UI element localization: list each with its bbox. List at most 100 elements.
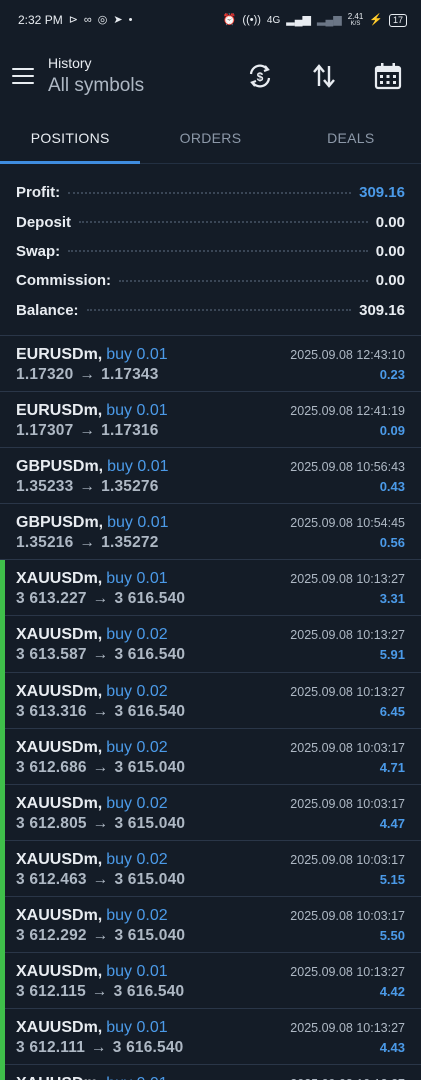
list-item[interactable]: XAUUSDm,buy 0.012025.09.08 10:13:27→ (0, 1065, 421, 1080)
list-item[interactable]: XAUUSDm, buy 0.02 2025.09.08 10:13:27 3 613… (0, 672, 421, 729)
list-item[interactable]: XAUUSDm, buy 0.01 2025.09.08 10:13:27 3 612… (0, 1009, 421, 1066)
list-item[interactable]: XAUUSDm, buy 0.01 2025.09.08 10:13:27 3 613… (0, 560, 421, 617)
deal-prices: 3 612.111 → 3 616.540 (16, 1039, 184, 1057)
deal-side-volume: buy 0.01 (106, 570, 168, 588)
signal-icon: ▂▄▆ (286, 13, 311, 26)
deal-symbol: XAUUSDm, (16, 1075, 102, 1080)
open-price: 1.17320 (16, 365, 74, 383)
open-price: 1.17307 (16, 422, 74, 440)
symbol-filter[interactable]: All symbols (48, 75, 144, 97)
deal-time: 2025.09.08 10:03:17 (290, 852, 405, 867)
summary-row-profit: Profit: 309.16 (16, 178, 405, 207)
deal-symbol: XAUUSDm, (16, 682, 103, 700)
arrow-icon: → (79, 534, 96, 552)
notification-icon: ⊳ (68, 13, 78, 26)
arrow-icon: → (92, 646, 109, 664)
deal-prices: 3 612.686 → 3 615.040 (16, 759, 185, 777)
tab-orders[interactable]: ORDERS (140, 112, 280, 163)
deal-profit: 4.47 (379, 815, 405, 831)
list-item[interactable]: GBPUSDm, buy 0.01 2025.09.08 10:56:43 1.352… (0, 448, 421, 505)
open-price: 3 612.111 (16, 1039, 86, 1057)
balance-label: Balance: (16, 301, 79, 319)
clock: 2:32 PM (18, 13, 63, 27)
arrow-icon: → (92, 758, 109, 776)
alarm-icon: ⏰ (222, 13, 237, 26)
close-price: 3 615.040 (114, 926, 186, 944)
list-item[interactable]: XAUUSDm, buy 0.02 2025.09.08 10:03:17 3 612… (0, 728, 421, 785)
list-item[interactable]: XAUUSDm, buy 0.02 2025.09.08 10:03:17 3 612… (0, 896, 421, 954)
deal-prices: 3 612.463 → 3 615.040 (16, 871, 185, 889)
deal-symbol: XAUUSDm, (16, 738, 103, 756)
open-price: 3 612.805 (16, 814, 87, 832)
summary-row-deposit: Deposit 0.00 (16, 207, 405, 236)
hotspot-icon: ((•)) (242, 13, 261, 26)
list-item[interactable]: XAUUSDm, buy 0.01 2025.09.08 10:13:27 3 612… (0, 952, 421, 1010)
deal-side-volume: buy 0.02 (106, 794, 168, 812)
deal-symbol: EURUSDm, (16, 345, 103, 363)
open-price: 1.35216 (16, 534, 74, 552)
arrow-icon: → (91, 982, 108, 1000)
deal-profit: 5.15 (379, 871, 405, 887)
hamburger-icon[interactable] (12, 68, 34, 84)
tab-bar: POSITIONS ORDERS DEALS (0, 112, 421, 164)
summary-row-commission: Commission: 0.00 (16, 266, 405, 295)
deal-symbol: XAUUSDm, (16, 794, 103, 812)
list-item[interactable]: EURUSDm, buy 0.01 2025.09.08 12:43:10 1.173… (0, 336, 421, 393)
whatsapp-icon: ◎ (97, 13, 108, 26)
deal-prices: 1.17320 → 1.17343 (16, 366, 159, 384)
close-price: 3 615.040 (114, 870, 186, 888)
active-tab-indicator (0, 161, 140, 164)
open-price: 3 613.587 (16, 646, 87, 664)
arrow-icon: → (92, 870, 109, 888)
swap-value: 0.00 (375, 242, 405, 260)
deal-side-volume: buy 0.01 (106, 1019, 168, 1037)
dotted-leader (86, 309, 352, 312)
commission-label: Commission: (16, 272, 112, 290)
deal-prices: 1.35216 → 1.35272 (16, 534, 159, 552)
deal-list: EURUSDm, buy 0.01 2025.09.08 12:43:10 1.173… (0, 336, 421, 1080)
list-item[interactable]: XAUUSDm, buy 0.02 2025.09.08 10:13:27 3 613… (0, 616, 421, 673)
deal-side-volume: buy 0.01 (106, 1075, 167, 1080)
battery-indicator: 17 (388, 13, 407, 27)
infinity-icon: ∞ (83, 13, 92, 26)
list-item[interactable]: EURUSDm, buy 0.01 2025.09.08 12:41:19 1.173… (0, 392, 421, 449)
deposit-label: Deposit (16, 213, 72, 231)
list-item[interactable]: XAUUSDm, buy 0.02 2025.09.08 10:03:17 3 612… (0, 840, 421, 897)
deal-side-volume: buy 0.02 (106, 850, 168, 868)
page-subtitle: History (48, 55, 92, 71)
close-price: 3 615.040 (114, 758, 186, 776)
deal-time: 2025.09.08 10:13:27 (290, 964, 405, 979)
arrow-icon: → (92, 702, 109, 720)
deal-symbol: XAUUSDm, (16, 850, 103, 868)
tab-positions[interactable]: POSITIONS (0, 112, 140, 163)
deal-time: 2025.09.08 10:03:17 (290, 796, 405, 811)
deal-profit: 0.23 (379, 366, 405, 382)
svg-text:$: $ (257, 70, 264, 84)
close-price: 3 616.540 (114, 590, 186, 608)
dollar-sync-icon[interactable]: $ (245, 61, 275, 91)
open-price: 3 612.463 (16, 870, 87, 888)
summary-row-swap: Swap: 0.00 (16, 237, 405, 266)
arrow-icon: → (79, 365, 96, 383)
net-speed-unit: K/S (350, 21, 361, 27)
list-item[interactable]: GBPUSDm, buy 0.01 2025.09.08 10:54:45 1.352… (0, 504, 421, 561)
deal-prices: 1.17307 → 1.17316 (16, 422, 159, 440)
deal-time: 2025.09.08 10:13:27 (290, 628, 405, 643)
arrow-icon: → (79, 422, 96, 440)
list-item[interactable]: XAUUSDm, buy 0.02 2025.09.08 10:03:17 3 612… (0, 784, 421, 841)
profit-value: 309.16 (359, 184, 405, 202)
charging-icon: ⚡ (369, 13, 383, 26)
tab-deals[interactable]: DEALS (281, 112, 421, 163)
deal-side-volume: buy 0.01 (107, 458, 169, 476)
deal-side-volume: buy 0.02 (106, 682, 168, 700)
deal-prices: 3 613.227 → 3 616.540 (16, 590, 185, 608)
dotted-leader (119, 279, 368, 282)
deal-profit: 3.31 (379, 591, 405, 607)
net-speed: 2.41 (347, 12, 364, 21)
calendar-icon[interactable] (373, 61, 403, 91)
deal-profit: 6.45 (379, 703, 405, 719)
deal-symbol: XAUUSDm, (16, 906, 103, 924)
sort-arrows-icon[interactable] (309, 61, 339, 91)
close-price: 3 616.540 (114, 646, 186, 664)
close-price: 3 616.540 (112, 1039, 184, 1057)
